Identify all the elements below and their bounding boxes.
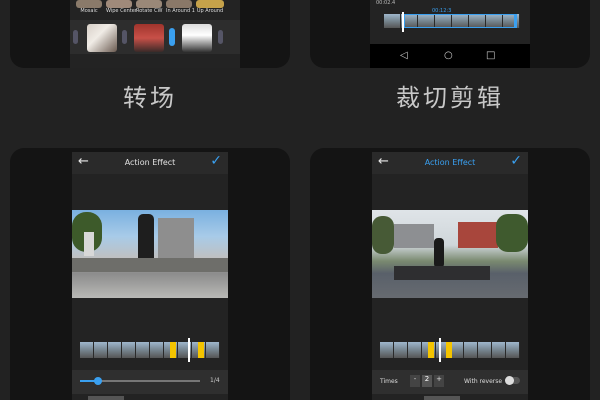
app-bar: ← Action Effect ✓: [72, 152, 228, 174]
bottom-tab[interactable]: [88, 396, 124, 400]
trim-handle-right[interactable]: [514, 14, 517, 28]
times-label: Times: [380, 378, 398, 385]
clip-thumb[interactable]: [134, 24, 164, 52]
action-effect-phone-left: ← Action Effect ✓ 1/4: [72, 152, 228, 400]
nav-home-icon[interactable]: ○: [444, 50, 453, 61]
bottom-tab[interactable]: [424, 396, 460, 400]
house-shape: [394, 224, 434, 248]
caption-transition: 转场: [123, 84, 177, 112]
box-ledge-shape: [394, 266, 490, 280]
building-shape: [158, 218, 194, 262]
effect-handle-start[interactable]: [428, 342, 434, 358]
action-effect-card-left: ← Action Effect ✓ 1/4: [10, 148, 290, 400]
playhead[interactable]: [402, 12, 404, 32]
transition-slot-icon[interactable]: [218, 30, 223, 44]
reverse-toggle[interactable]: [505, 376, 520, 385]
effect-thumb-up-around[interactable]: [196, 0, 224, 8]
playhead[interactable]: [439, 338, 441, 362]
transition-card: Mosaic Wipe Center Rotate CW In Around 1…: [10, 0, 290, 68]
transition-phone: Mosaic Wipe Center Rotate CW In Around 1…: [70, 0, 240, 68]
time-badge: 00:02.4: [376, 0, 396, 6]
trim-selection: [404, 14, 514, 28]
effect-handle-end[interactable]: [446, 342, 452, 358]
transition-slot-active-icon[interactable]: [169, 28, 175, 46]
playhead[interactable]: [188, 338, 190, 362]
skater-shape: [434, 238, 444, 268]
speed-slider-knob[interactable]: [94, 377, 102, 385]
red-house-shape: [458, 222, 498, 248]
app-bar: ← Action Effect ✓: [372, 152, 528, 174]
skater-shape: [138, 214, 154, 260]
confirm-check-icon[interactable]: ✓: [510, 153, 522, 169]
times-minus-button[interactable]: -: [410, 375, 420, 387]
effect-label: Rotate CW: [136, 8, 163, 14]
screen-title: Action Effect: [124, 158, 176, 167]
times-plus-button[interactable]: +: [434, 375, 444, 387]
trim-card: 00:02.4 00:12:3 ◁ ○ □: [310, 0, 590, 68]
effect-handle-end[interactable]: [198, 342, 204, 358]
nav-back-icon[interactable]: ◁: [400, 50, 408, 61]
statue-shape: [84, 232, 94, 256]
reverse-toggle-knob: [505, 376, 514, 385]
action-effect-phone-right: ← Action Effect ✓ Times - 2 + With rever…: [372, 152, 528, 400]
trim-phone: 00:02.4 00:12:3 ◁ ○ □: [370, 0, 530, 68]
transition-slot-icon[interactable]: [122, 30, 127, 44]
video-preview: [372, 210, 528, 298]
screen: Mosaic Wipe Center Rotate CW In Around 1…: [0, 0, 600, 400]
clip-thumb[interactable]: [182, 24, 212, 52]
reverse-label: With reverse: [464, 378, 503, 385]
effect-thumb-rotate-cw[interactable]: [136, 0, 162, 8]
effect-thumb-wipe-center[interactable]: [106, 0, 132, 8]
effect-thumb-mosaic[interactable]: [76, 0, 102, 8]
transition-slot-icon[interactable]: [73, 30, 78, 44]
effect-label: Mosaic: [80, 8, 98, 14]
caption-trim: 裁切剪辑: [396, 84, 504, 112]
ledge-shape: [72, 258, 228, 272]
screen-title: Action Effect: [424, 158, 476, 167]
effect-handle-start[interactable]: [170, 342, 176, 358]
video-preview: [72, 210, 228, 298]
action-effect-card-right: ← Action Effect ✓ Times - 2 + With rever…: [310, 148, 590, 400]
effect-thumb-in-around[interactable]: [166, 0, 192, 8]
effect-label: Up Around: [196, 8, 224, 14]
nav-recents-icon[interactable]: □: [486, 50, 495, 61]
clip-thumb[interactable]: [87, 24, 117, 52]
confirm-check-icon[interactable]: ✓: [210, 153, 222, 169]
times-value: 2: [422, 375, 432, 387]
tree-shape: [372, 216, 394, 254]
slider-count: 1/4: [210, 377, 220, 384]
tree-shape: [496, 214, 528, 252]
effect-label: Wipe Center: [106, 8, 137, 14]
effect-label: In Around 1: [166, 8, 195, 14]
